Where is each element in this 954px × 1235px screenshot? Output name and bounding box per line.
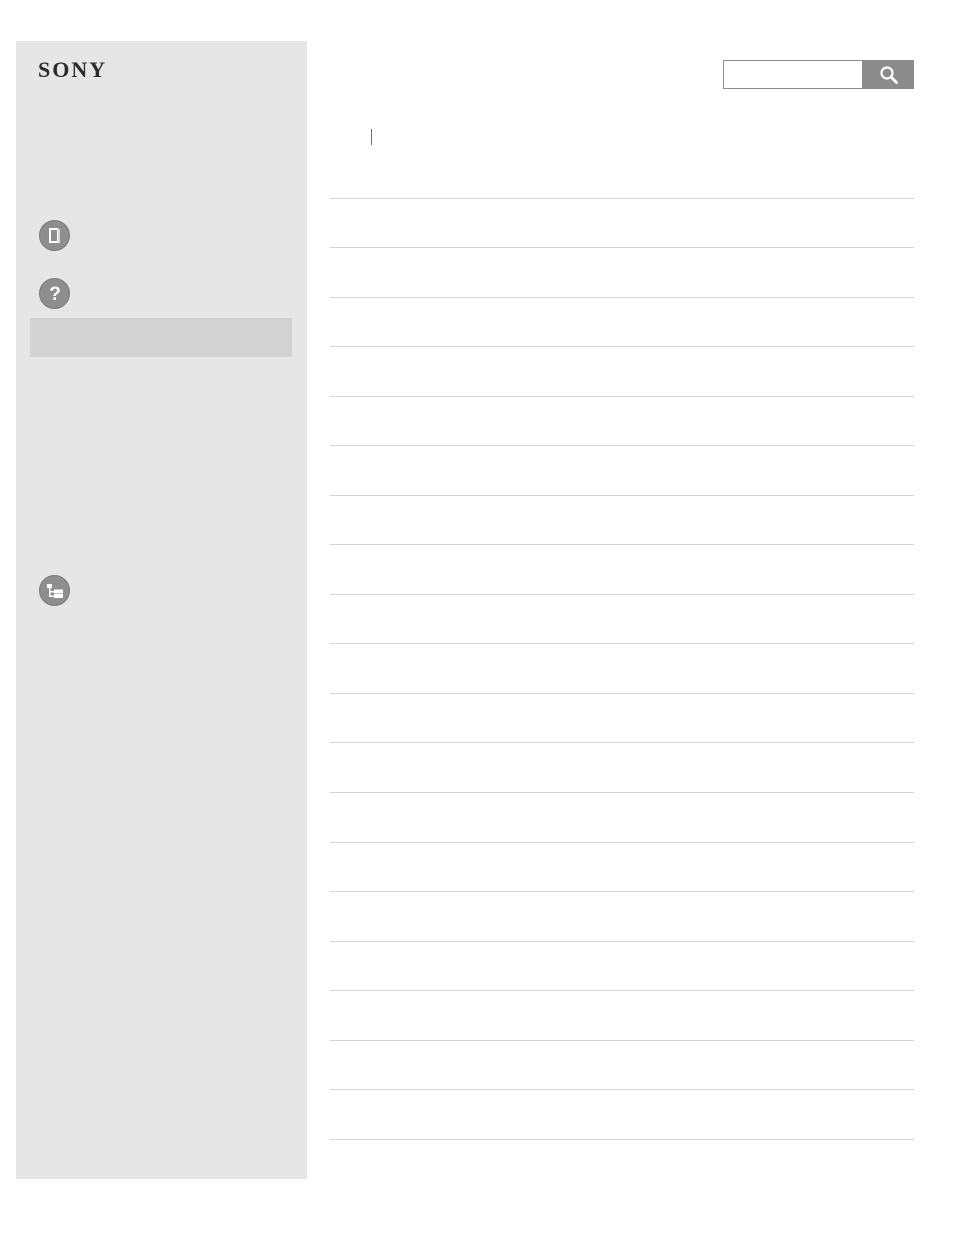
list-row-divider (330, 842, 914, 843)
list-row-divider (330, 693, 914, 694)
list-row-divider (330, 247, 914, 248)
list-row-divider (330, 792, 914, 793)
search-button[interactable] (863, 60, 914, 89)
list-row-divider (330, 544, 914, 545)
list-row-divider (330, 1040, 914, 1041)
list-row-divider (330, 1089, 914, 1090)
breadcrumb-separator (371, 129, 372, 145)
list-row-divider (330, 346, 914, 347)
search-input[interactable] (723, 60, 863, 89)
site-map-icon[interactable] (39, 575, 70, 606)
list-row-divider (330, 941, 914, 942)
list-row-divider (330, 1139, 914, 1140)
list-row-divider (330, 990, 914, 991)
search-icon (879, 65, 898, 84)
sidebar: SONY ? (16, 41, 307, 1179)
list-row-divider (330, 891, 914, 892)
svg-text:?: ? (49, 284, 61, 304)
manual-icon[interactable] (39, 220, 70, 251)
sidebar-active-item[interactable] (30, 318, 292, 357)
list-row-divider (330, 643, 914, 644)
list-row-divider (330, 742, 914, 743)
list-row-divider (330, 396, 914, 397)
sony-logo[interactable]: SONY (38, 57, 107, 83)
list-row-divider (330, 445, 914, 446)
list-row-divider (330, 297, 914, 298)
list-row-divider (330, 495, 914, 496)
list-row-divider (330, 198, 914, 199)
list-row-divider (330, 594, 914, 595)
help-question-icon[interactable]: ? (39, 278, 70, 309)
